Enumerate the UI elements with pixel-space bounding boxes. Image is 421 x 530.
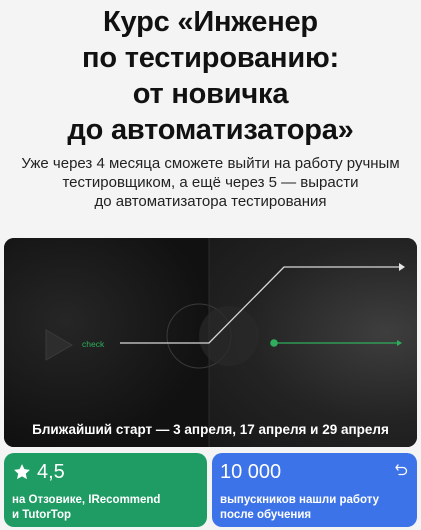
graduates-line: после обучения bbox=[220, 509, 312, 521]
title-line: от новичка bbox=[132, 78, 289, 110]
graduates-line: выпускников нашли работу bbox=[220, 494, 380, 506]
hero-banner[interactable]: check Ближайший старт — 3 апреля, 17 апр… bbox=[4, 238, 417, 447]
graduates-card[interactable]: 10 000 выпускников нашли работу после об… bbox=[212, 453, 417, 527]
green-dot bbox=[270, 339, 278, 347]
title-line: до автоматизатора» bbox=[67, 114, 354, 146]
page-title: Курс «Инженер по тестированию: от новичк… bbox=[0, 4, 421, 148]
subtitle-line: тестировщиком, а ещё через 5 — вырасти bbox=[62, 174, 359, 191]
rating-line: на Отзовике, IRecommend bbox=[12, 494, 161, 506]
rating-description: на Отзовике, IRecommend и TutorTop bbox=[12, 493, 199, 523]
title-line: по тестированию: bbox=[82, 42, 339, 74]
title-line: Курс «Инженер bbox=[103, 6, 318, 38]
graduates-value: 10 000 bbox=[220, 461, 282, 483]
star-icon bbox=[14, 464, 30, 480]
rating-value: 4,5 bbox=[37, 461, 65, 483]
rating-line: и TutorTop bbox=[12, 509, 72, 521]
rating-card[interactable]: 4,5 на Отзовике, IRecommend и TutorTop bbox=[4, 453, 207, 527]
graduates-card-header: 10 000 bbox=[220, 460, 409, 484]
subtitle-line: Уже через 4 месяца сможете выйти на рабо… bbox=[21, 155, 400, 172]
return-arrow-icon[interactable] bbox=[393, 462, 409, 478]
green-arrow-icon bbox=[397, 340, 402, 346]
start-dates-caption: Ближайший старт — 3 апреля, 17 апреля и … bbox=[32, 422, 389, 437]
play-icon bbox=[45, 329, 74, 361]
arrow-right-icon bbox=[399, 263, 405, 271]
page-subtitle: Уже через 4 месяца сможете выйти на рабо… bbox=[0, 154, 421, 211]
graduates-description: выпускников нашли работу после обучения bbox=[220, 493, 409, 523]
path-line bbox=[120, 266, 399, 344]
check-label: check bbox=[82, 339, 105, 349]
decor-circle-filled bbox=[199, 306, 259, 366]
rating-card-header: 4,5 bbox=[12, 460, 199, 484]
hero-illustration: check bbox=[45, 238, 405, 447]
subtitle-line: до автоматизатора тестирования bbox=[94, 193, 327, 210]
